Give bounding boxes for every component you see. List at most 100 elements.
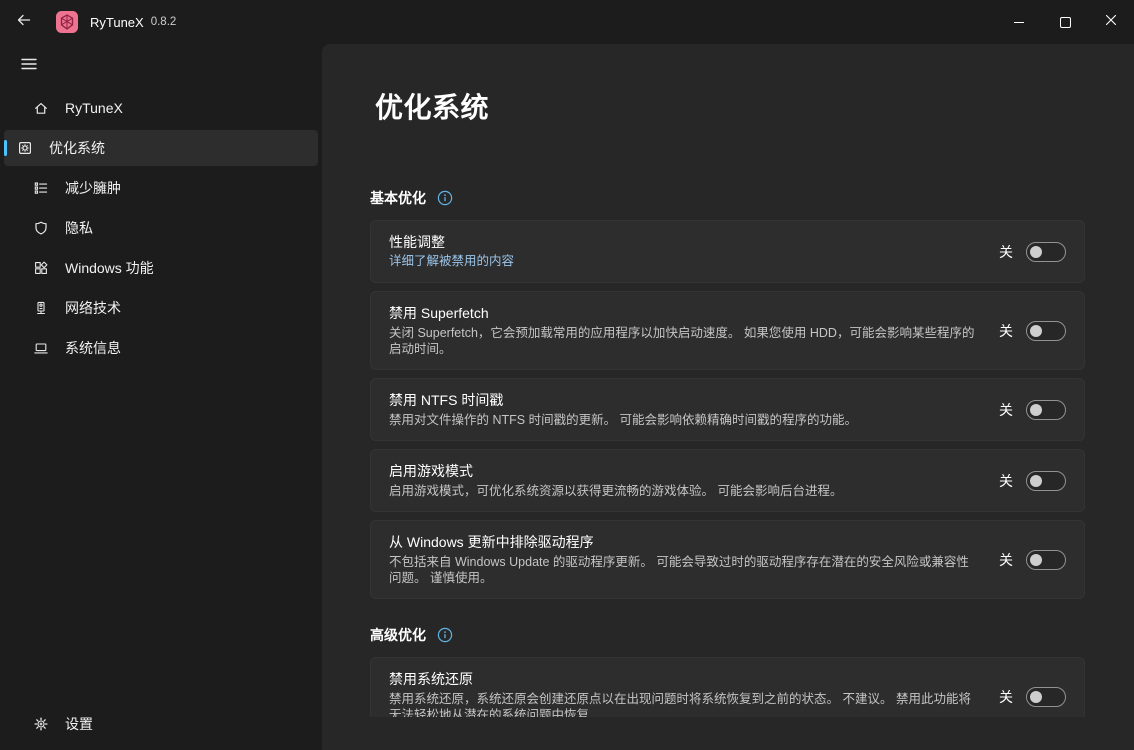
app-title: RyTuneX: [90, 15, 144, 30]
settings-card: 启用游戏模式 启用游戏模式，可优化系统资源以获得更流畅的游戏体验。 可能会影响后…: [370, 449, 1085, 512]
card-controls: 关: [999, 321, 1066, 341]
sidebar-item-label: 设置: [65, 714, 93, 734]
app-logo-icon: [56, 11, 78, 33]
toggle-state-label: 关: [999, 550, 1013, 570]
back-button[interactable]: [8, 7, 40, 37]
toggle-switch[interactable]: [1026, 400, 1066, 420]
sidebar-item-label: RyTuneX: [65, 100, 123, 116]
settings-card: 性能调整 详细了解被禁用的内容 关: [370, 220, 1085, 283]
cards-list: 性能调整 详细了解被禁用的内容 关 禁用 Superfetch 关闭 Super…: [370, 220, 1085, 599]
settings-section: 基本优化 性能调整 详细了解被禁用的内容 关 禁用 Superfetch 关闭 …: [370, 188, 1085, 599]
info-icon[interactable]: [437, 627, 453, 643]
sidebar: RyTuneX 优化系统 减少臃肿 隐私 Windows 功能 网络技术 系统信…: [0, 44, 322, 750]
section-title: 基本优化: [370, 188, 426, 208]
sidebar-item-settings[interactable]: 设置: [4, 706, 318, 742]
settings-card: 禁用 Superfetch 关闭 Superfetch，它会预加载常用的应用程序…: [370, 291, 1085, 370]
info-icon[interactable]: [437, 190, 453, 206]
sections-container: 基本优化 性能调整 详细了解被禁用的内容 关 禁用 Superfetch 关闭 …: [370, 188, 1085, 717]
card-title: 禁用 Superfetch: [389, 304, 979, 323]
minimize-icon: [1014, 22, 1024, 23]
app-version: 0.8.2: [151, 16, 177, 28]
section-title: 高级优化: [370, 625, 426, 645]
toggle-state-label: 关: [999, 687, 1013, 707]
card-description: 关闭 Superfetch，它会预加载常用的应用程序以加快启动速度。 如果您使用…: [389, 325, 977, 357]
toggle-state-label: 关: [999, 471, 1013, 491]
toggle-switch[interactable]: [1026, 321, 1066, 341]
sidebar-item-label: 网络技术: [65, 298, 121, 318]
settings-card: 禁用 NTFS 时间戳 禁用对文件操作的 NTFS 时间戳的更新。 可能会影响依…: [370, 378, 1085, 441]
sidebar-item-privacy[interactable]: 隐私: [4, 210, 318, 246]
card-controls: 关: [999, 687, 1066, 707]
cards-list: 禁用系统还原 禁用系统还原，系统还原会创建还原点以在出现问题时将系统恢复到之前的…: [370, 657, 1085, 717]
sidebar-item-system-info[interactable]: 系统信息: [4, 330, 318, 366]
card-title: 禁用系统还原: [389, 670, 979, 689]
card-title: 启用游戏模式: [389, 462, 979, 481]
checklist-icon: [33, 180, 49, 196]
section-header: 高级优化: [370, 625, 1085, 645]
content-area: 优化系统 基本优化 性能调整 详细了解被禁用的内容 关 禁用 Superfetc…: [322, 44, 1134, 750]
page-title: 优化系统: [375, 88, 1085, 128]
card-title: 从 Windows 更新中排除驱动程序: [389, 533, 979, 552]
card-text: 从 Windows 更新中排除驱动程序 不包括来自 Windows Update…: [389, 521, 979, 598]
toggle-knob: [1030, 404, 1042, 416]
toggle-knob: [1030, 246, 1042, 258]
card-text: 启用游戏模式 启用游戏模式，可优化系统资源以获得更流畅的游戏体验。 可能会影响后…: [389, 450, 979, 511]
sidebar-item-label: 隐私: [65, 218, 93, 238]
toggle-state-label: 关: [999, 400, 1013, 420]
sidebar-item-debloat[interactable]: 减少臃肿: [4, 170, 318, 206]
toggle-switch[interactable]: [1026, 471, 1066, 491]
toggle-switch[interactable]: [1026, 687, 1066, 707]
selection-indicator: [4, 140, 7, 156]
maximize-icon: [1060, 17, 1071, 28]
card-text: 禁用 NTFS 时间戳 禁用对文件操作的 NTFS 时间戳的更新。 可能会影响依…: [389, 379, 979, 440]
card-controls: 关: [999, 242, 1066, 262]
settings-section: 高级优化 禁用系统还原 禁用系统还原，系统还原会创建还原点以在出现问题时将系统恢…: [370, 625, 1085, 717]
home-icon: [33, 100, 49, 116]
card-text: 禁用系统还原 禁用系统还原，系统还原会创建还原点以在出现问题时将系统恢复到之前的…: [389, 658, 979, 717]
gear-icon: [33, 716, 49, 732]
laptop-icon: [33, 340, 49, 356]
settings-card: 从 Windows 更新中排除驱动程序 不包括来自 Windows Update…: [370, 520, 1085, 599]
menu-button[interactable]: [14, 53, 44, 79]
optimize-system-icon: [17, 140, 33, 156]
titlebar: RyTuneX 0.8.2: [0, 0, 1134, 44]
card-description: 禁用对文件操作的 NTFS 时间戳的更新。 可能会影响依赖精确时间戳的程序的功能…: [389, 412, 977, 428]
sidebar-item-label: 系统信息: [65, 338, 121, 358]
sidebar-item-optimize-system[interactable]: 优化系统: [4, 130, 318, 166]
features-grid-icon: [33, 260, 49, 276]
window-controls: [996, 0, 1134, 44]
close-icon: [1105, 13, 1117, 31]
card-controls: 关: [999, 400, 1066, 420]
sidebar-item-label: 优化系统: [49, 138, 105, 158]
section-header: 基本优化: [370, 188, 1085, 208]
sidebar-item-label: 减少臃肿: [65, 178, 121, 198]
toggle-switch[interactable]: [1026, 242, 1066, 262]
toggle-knob: [1030, 691, 1042, 703]
settings-card: 禁用系统还原 禁用系统还原，系统还原会创建还原点以在出现问题时将系统恢复到之前的…: [370, 657, 1085, 717]
sidebar-footer: 设置: [4, 706, 318, 742]
card-controls: 关: [999, 471, 1066, 491]
network-tower-icon: [33, 300, 49, 316]
minimize-button[interactable]: [996, 0, 1042, 44]
toggle-switch[interactable]: [1026, 550, 1066, 570]
toggle-state-label: 关: [999, 242, 1013, 262]
close-button[interactable]: [1088, 0, 1134, 44]
card-description: 启用游戏模式，可优化系统资源以获得更流畅的游戏体验。 可能会影响后台进程。: [389, 483, 977, 499]
sidebar-item-home[interactable]: RyTuneX: [4, 90, 318, 126]
card-description: 禁用系统还原，系统还原会创建还原点以在出现问题时将系统恢复到之前的状态。 不建议…: [389, 691, 977, 717]
maximize-button[interactable]: [1042, 0, 1088, 44]
card-link[interactable]: 详细了解被禁用的内容: [389, 253, 514, 270]
sidebar-item-network[interactable]: 网络技术: [4, 290, 318, 326]
toggle-state-label: 关: [999, 321, 1013, 341]
sidebar-item-windows-features[interactable]: Windows 功能: [4, 250, 318, 286]
sidebar-nav: RyTuneX 优化系统 减少臃肿 隐私 Windows 功能 网络技术 系统信…: [0, 90, 322, 366]
card-text: 性能调整 详细了解被禁用的内容: [389, 221, 979, 282]
card-title: 性能调整: [389, 233, 979, 252]
scroll-viewport[interactable]: 优化系统 基本优化 性能调整 详细了解被禁用的内容 关 禁用 Superfetc…: [322, 44, 1134, 717]
toggle-knob: [1030, 475, 1042, 487]
toggle-knob: [1030, 554, 1042, 566]
shield-icon: [33, 220, 49, 236]
sidebar-item-label: Windows 功能: [65, 258, 154, 278]
card-description: 不包括来自 Windows Update 的驱动程序更新。 可能会导致过时的驱动…: [389, 554, 977, 586]
hamburger-icon: [20, 55, 38, 78]
